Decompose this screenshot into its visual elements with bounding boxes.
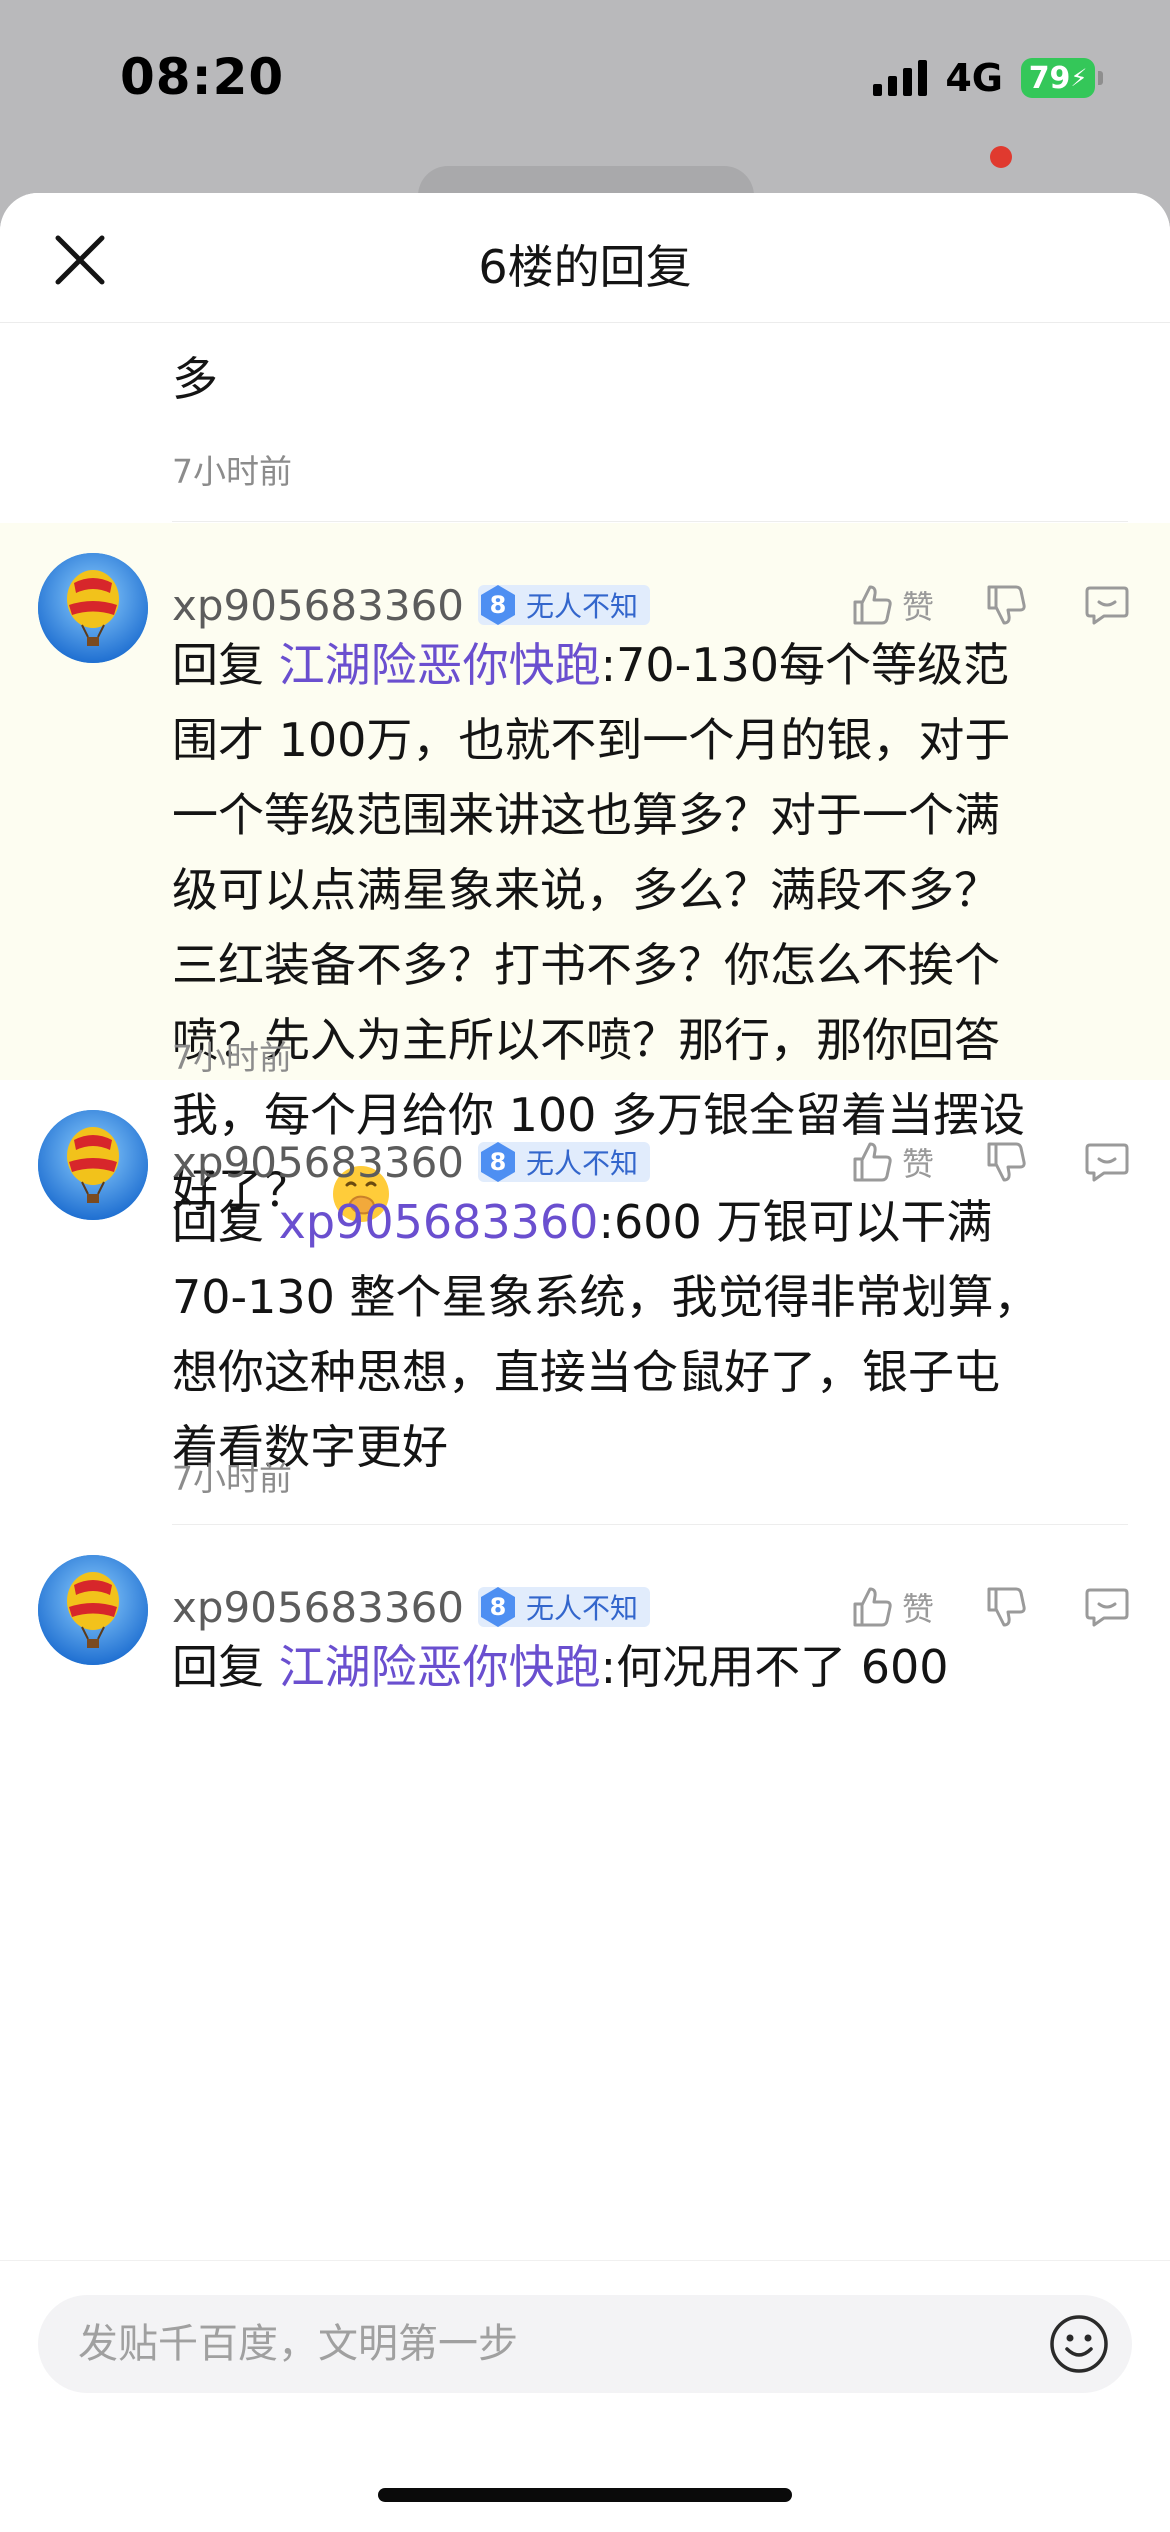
sheet-header: 6楼的回复 (0, 193, 1170, 323)
comment-button[interactable] (1084, 1140, 1130, 1184)
avatar[interactable] (38, 553, 148, 663)
like-button[interactable]: 赞 (850, 1139, 934, 1185)
mention-link[interactable]: 江湖险恶你快跑 (279, 638, 601, 692)
notification-dot (990, 146, 1012, 168)
reply-line: 回复 江湖险恶你快跑:70-130每个等级范 (172, 628, 1112, 703)
user-row: xp905683360 8 无人不知 (172, 575, 651, 635)
thumbs-down-icon (987, 1587, 1026, 1627)
like-label: 赞 (901, 1145, 934, 1183)
reply-text-tail: 多 (172, 352, 218, 406)
user-row: xp905683360 8 无人不知 (172, 1132, 651, 1192)
reply-time: 7小时前 (172, 1459, 292, 1498)
reply-line-text: :600 万银可以干满 (598, 1195, 993, 1249)
reply-feed[interactable]: 多 7小时前 xp905683360 8 无人不知 赞 回复 江湖险恶你快跑:7… (0, 323, 1170, 2260)
reply-line-text: :70-130每个等级范 (600, 638, 1010, 692)
reply-line: 回复 江湖险恶你快跑:何况用不了 600 (172, 1630, 1112, 1705)
reply-text: 回复 江湖险恶你快跑:何况用不了 600 (172, 1630, 1112, 1705)
comment-icon (1085, 586, 1129, 625)
emoji-button[interactable] (1048, 2313, 1110, 2375)
level-badge: 8 无人不知 (478, 1140, 651, 1184)
comment-icon (1085, 1143, 1129, 1182)
avatar[interactable] (38, 1110, 148, 1220)
dislike-button[interactable] (984, 583, 1028, 627)
username[interactable]: xp905683360 (172, 1138, 464, 1187)
avatar[interactable] (38, 1555, 148, 1665)
home-indicator[interactable] (378, 2488, 792, 2502)
reply-item: xp905683360 8 无人不知 赞 (0, 523, 1170, 1222)
reply-line: 着看数字更好 (172, 1420, 448, 1474)
reply-line: 70-130 整个星象系统，我觉得非常划算， (172, 1270, 1040, 1324)
comment-button[interactable] (1084, 583, 1130, 627)
user-row: xp905683360 8 无人不知 (172, 1577, 651, 1637)
reply-line: 想你这种思想，直接当仓鼠好了，银子屯 (172, 1345, 1000, 1399)
badge-text: 无人不知 (526, 590, 639, 623)
dislike-button[interactable] (984, 1140, 1028, 1184)
reply-prefix: 回复 (172, 1640, 279, 1694)
battery-level: 79 (1028, 60, 1071, 96)
dislike-button[interactable] (984, 1585, 1028, 1629)
level-badge: 8 无人不知 (478, 583, 651, 627)
thumbs-down-icon (987, 1142, 1026, 1182)
comment-input-box[interactable] (38, 2295, 1132, 2393)
reply-line: 围才 100万，也就不到一个月的银，对于 (172, 713, 1011, 767)
hot-air-balloon-avatar (38, 553, 148, 663)
status-indicators: 4G 79 ⚡ (873, 56, 1103, 100)
reply-item: xp905683360 8 无人不知 赞 (0, 1525, 1170, 1865)
thumbs-down-icon (987, 585, 1026, 625)
reply-time: 7小时前 (172, 452, 292, 491)
level-hexagon-icon: 8 (478, 583, 518, 627)
sheet-title: 6楼的回复 (478, 240, 692, 294)
network-type: 4G (945, 56, 1003, 100)
reply-time: 7小时前 (172, 1038, 292, 1077)
comment-button[interactable] (1084, 1585, 1130, 1629)
reply-line: 回复 xp905683360:600 万银可以干满 (172, 1185, 1112, 1260)
level-hexagon-icon: 8 (478, 1140, 518, 1184)
level-badge: 8 无人不知 (478, 1585, 651, 1629)
reply-actions: 赞 (850, 575, 1130, 635)
reply-actions: 赞 (850, 1577, 1130, 1637)
reply-line: 一个等级范围来讲这也算多？对于一个满 (172, 788, 1000, 842)
like-label: 赞 (901, 588, 934, 626)
reply-prefix: 回复 (172, 1195, 279, 1249)
reply-text: 回复 xp905683360:600 万银可以干满 70-130 整个星象系统，… (172, 1185, 1112, 1485)
mention-link[interactable]: xp905683360 (279, 1195, 599, 1249)
reply-prefix: 回复 (172, 638, 279, 692)
divider (172, 521, 1128, 522)
like-label: 赞 (901, 1590, 934, 1628)
reply-line: 三红装备不多？打书不多？你怎么不挨个 (172, 938, 1000, 992)
level-hexagon-icon: 8 (478, 1585, 518, 1629)
smile-icon (1050, 2315, 1108, 2373)
thumbs-up-icon (853, 1142, 892, 1182)
level-number: 8 (489, 591, 507, 619)
comment-input[interactable] (78, 2295, 1018, 2393)
partial-reply: 多 7小时前 (0, 323, 1170, 523)
badge-text: 无人不知 (526, 1147, 639, 1180)
hot-air-balloon-avatar (38, 1110, 148, 1220)
comment-icon (1085, 1588, 1129, 1627)
level-number: 8 (489, 1593, 507, 1621)
reply-sheet: 6楼的回复 多 7小时前 xp905683360 8 无人不知 赞 回复 江湖险… (0, 193, 1170, 2532)
like-button[interactable]: 赞 (850, 1584, 934, 1630)
reply-actions: 赞 (850, 1132, 1130, 1192)
thumbs-up-icon (853, 585, 892, 625)
battery-icon: 79 ⚡ (1021, 58, 1103, 98)
signal-icon (873, 60, 928, 96)
badge-text: 无人不知 (526, 1592, 639, 1625)
username[interactable]: xp905683360 (172, 581, 464, 630)
like-button[interactable]: 赞 (850, 582, 934, 628)
reply-item: xp905683360 8 无人不知 赞 (0, 1080, 1170, 1525)
reply-line-text: :何况用不了 600 (600, 1640, 949, 1694)
level-number: 8 (489, 1148, 507, 1176)
reply-line: 喷？先入为主所以不喷？那行，那你回答 (172, 1013, 1000, 1067)
mention-link[interactable]: 江湖险恶你快跑 (279, 1640, 601, 1694)
hot-air-balloon-avatar (38, 1555, 148, 1665)
thumbs-up-icon (853, 1587, 892, 1627)
status-time: 08:20 (120, 48, 285, 106)
reply-line: 级可以点满星象来说，多么？满段不多？ (172, 863, 1000, 917)
username[interactable]: xp905683360 (172, 1583, 464, 1632)
